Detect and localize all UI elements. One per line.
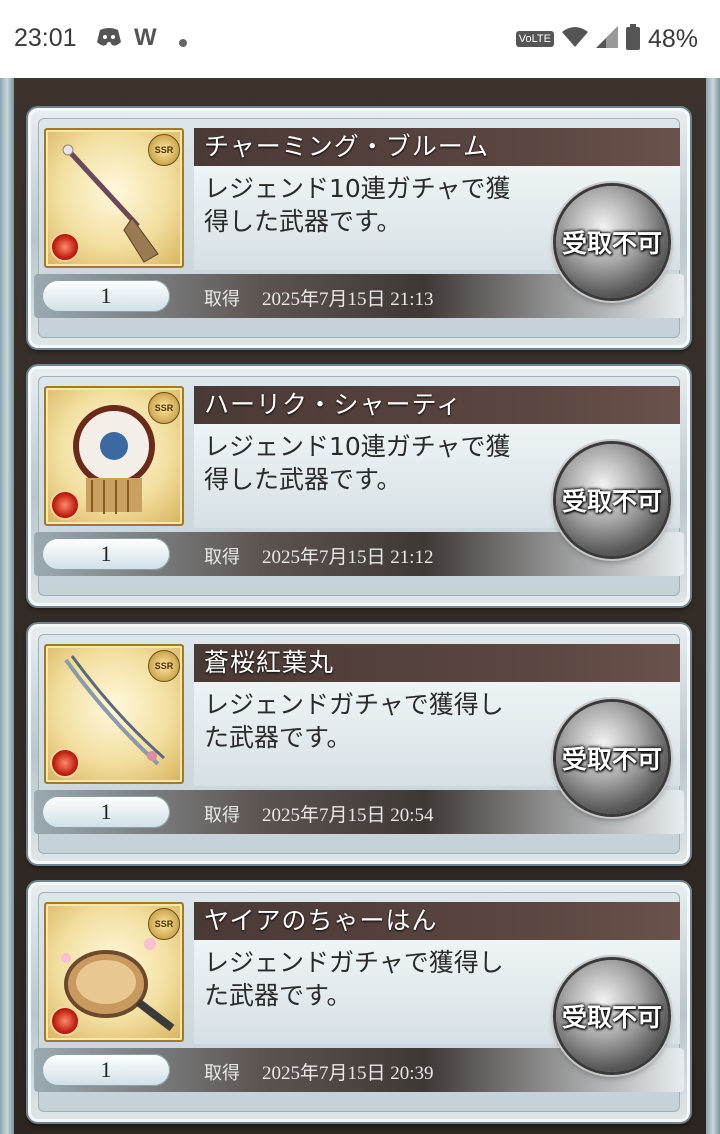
item-name: ハーリク・シャーティ <box>194 386 680 424</box>
discord-icon <box>96 26 122 52</box>
status-bar: 23:01 W VoLTE 48% <box>0 0 720 78</box>
status-right: VoLTE 48% <box>515 22 698 56</box>
acquired-info: 取得 2025年7月15日 20:39 <box>204 1063 434 1084</box>
frame-right <box>706 78 720 1134</box>
list-item: SSR 蒼桜紅葉丸 レジェンドガチャで獲得し た武器です。 1 取得 2025年7… <box>28 624 690 864</box>
list-item: SSR ハーリク・シャーティ レジェンド10連ガチャで獲 得した武器です。 1 … <box>28 366 690 606</box>
item-quantity: 1 <box>42 796 170 828</box>
list-item: SSR チャーミング・ブルーム レジェンド10連ガチャで獲 得した武器です。 1… <box>28 108 690 348</box>
item-name: 蒼桜紅葉丸 <box>194 644 680 682</box>
rarity-badge: SSR <box>148 134 180 166</box>
rarity-badge: SSR <box>148 392 180 424</box>
item-thumbnail: SSR <box>44 386 184 526</box>
wifi-icon <box>561 26 588 52</box>
list-item: SSR ヤイアのちゃーはん レジェンドガチャで獲得し た武器です。 1 取得 20… <box>28 882 690 1122</box>
receive-disabled-button[interactable]: 受取不可 <box>556 186 668 298</box>
rarity-badge: SSR <box>148 908 180 940</box>
battery-percent: 48% <box>647 24 698 53</box>
item-description: レジェンド10連ガチャで獲 得した武器です。 <box>204 174 511 236</box>
signal-icon <box>595 26 618 52</box>
receive-disabled-button[interactable]: 受取不可 <box>556 960 668 1072</box>
item-description: レジェンドガチャで獲得し た武器です。 <box>204 948 504 1010</box>
item-description: レジェンドガチャで獲得し た武器です。 <box>204 690 504 752</box>
w-app-icon: W <box>134 24 157 51</box>
fire-element-icon <box>50 232 80 262</box>
item-quantity: 1 <box>42 1054 170 1086</box>
item-quantity: 1 <box>42 280 170 312</box>
acquired-info: 取得 2025年7月15日 21:12 <box>204 547 434 568</box>
item-description: レジェンド10連ガチャで獲 得した武器です。 <box>204 432 511 494</box>
gift-list-panel: SSR チャーミング・ブルーム レジェンド10連ガチャで獲 得した武器です。 1… <box>0 78 720 1134</box>
battery-icon <box>625 24 640 54</box>
item-thumbnail: SSR <box>44 644 184 784</box>
volte-icon: VoLTE <box>515 31 554 47</box>
fire-element-icon <box>50 490 80 520</box>
frame-left <box>0 78 14 1134</box>
item-thumbnail: SSR <box>44 902 184 1042</box>
acquired-info: 取得 2025年7月15日 21:13 <box>204 289 434 310</box>
receive-disabled-button[interactable]: 受取不可 <box>556 702 668 814</box>
rarity-badge: SSR <box>148 650 180 682</box>
acquired-info: 取得 2025年7月15日 20:54 <box>204 805 434 826</box>
receive-disabled-button[interactable]: 受取不可 <box>556 444 668 556</box>
item-name: チャーミング・ブルーム <box>194 128 680 166</box>
dot-icon <box>178 33 188 52</box>
item-name: ヤイアのちゃーはん <box>194 902 680 940</box>
fire-element-icon <box>50 1006 80 1036</box>
item-thumbnail: SSR <box>44 128 184 268</box>
status-time: 23:01 <box>14 24 77 52</box>
fire-element-icon <box>50 748 80 778</box>
item-quantity: 1 <box>42 538 170 570</box>
